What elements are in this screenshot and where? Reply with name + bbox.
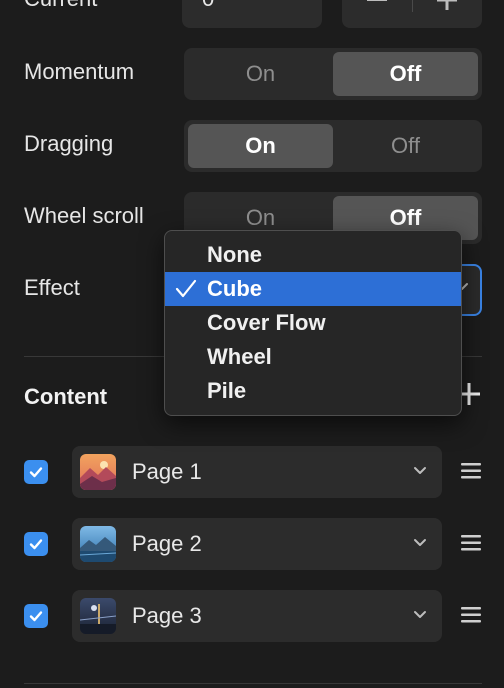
checkmark-icon xyxy=(29,467,43,478)
current-label: Current xyxy=(24,0,97,12)
page-3-checkbox[interactable] xyxy=(24,604,48,628)
page-1-drag-handle[interactable] xyxy=(460,460,482,482)
effect-option-cube-label: Cube xyxy=(207,276,262,301)
page-1-checkbox[interactable] xyxy=(24,460,48,484)
effect-option-cube[interactable]: Cube xyxy=(165,272,461,306)
momentum-off-option[interactable]: Off xyxy=(333,52,478,96)
dragging-segmented[interactable]: On Off xyxy=(184,120,482,172)
content-title: Content xyxy=(24,384,108,409)
current-value: 0 xyxy=(202,0,214,11)
page-3-label: Page 3 xyxy=(132,603,202,628)
current-stepper[interactable] xyxy=(342,0,482,28)
page-3-thumbnail xyxy=(80,598,116,634)
chevron-down-icon xyxy=(414,611,426,618)
page-2-thumbnail xyxy=(80,526,116,562)
page-2-select[interactable]: Page 2 xyxy=(72,518,442,570)
page-3-drag-handle[interactable] xyxy=(460,604,482,626)
drag-handle-icon xyxy=(461,607,481,623)
section-divider xyxy=(24,683,482,684)
decrement-button[interactable] xyxy=(342,0,412,28)
momentum-segmented[interactable]: On Off xyxy=(184,48,482,100)
effect-option-cover-flow[interactable]: Cover Flow xyxy=(165,306,461,340)
page-2-checkbox[interactable] xyxy=(24,532,48,556)
page-1-label: Page 1 xyxy=(132,459,202,484)
content-item: Page 1 xyxy=(0,446,504,498)
checkmark-icon xyxy=(29,539,43,550)
plus-icon xyxy=(437,0,458,10)
drag-handle-icon xyxy=(461,463,481,479)
wheel-scroll-label: Wheel scroll xyxy=(24,203,144,228)
settings-panel: Current 0 Momentum On Off Dragging On Of… xyxy=(0,0,504,688)
dragging-on-option[interactable]: On xyxy=(188,124,333,168)
content-item: Page 3 xyxy=(0,590,504,642)
dragging-off-option[interactable]: Off xyxy=(333,124,478,168)
page-1-thumbnail xyxy=(80,454,116,490)
effect-option-none[interactable]: None xyxy=(165,238,461,272)
page-1-select[interactable]: Page 1 xyxy=(72,446,442,498)
page-2-drag-handle[interactable] xyxy=(460,532,482,554)
page-3-select[interactable]: Page 3 xyxy=(72,590,442,642)
content-item: Page 2 xyxy=(0,518,504,570)
momentum-label: Momentum xyxy=(24,59,135,84)
chevron-down-icon xyxy=(414,467,426,474)
chevron-down-icon xyxy=(414,539,426,546)
drag-handle-icon xyxy=(461,535,481,551)
dragging-label: Dragging xyxy=(24,131,114,156)
checkmark-icon xyxy=(175,279,197,298)
effect-option-wheel[interactable]: Wheel xyxy=(165,340,461,374)
effect-label: Effect xyxy=(24,275,80,300)
current-input[interactable]: 0 xyxy=(182,0,322,28)
page-2-label: Page 2 xyxy=(132,531,202,556)
effect-option-pile[interactable]: Pile xyxy=(165,374,461,408)
minus-icon xyxy=(366,0,387,1)
checkmark-icon xyxy=(29,611,43,622)
increment-button[interactable] xyxy=(413,0,483,28)
effect-dropdown-menu: None Cube Cover Flow Wheel Pile xyxy=(164,230,462,416)
momentum-on-option[interactable]: On xyxy=(188,52,333,96)
